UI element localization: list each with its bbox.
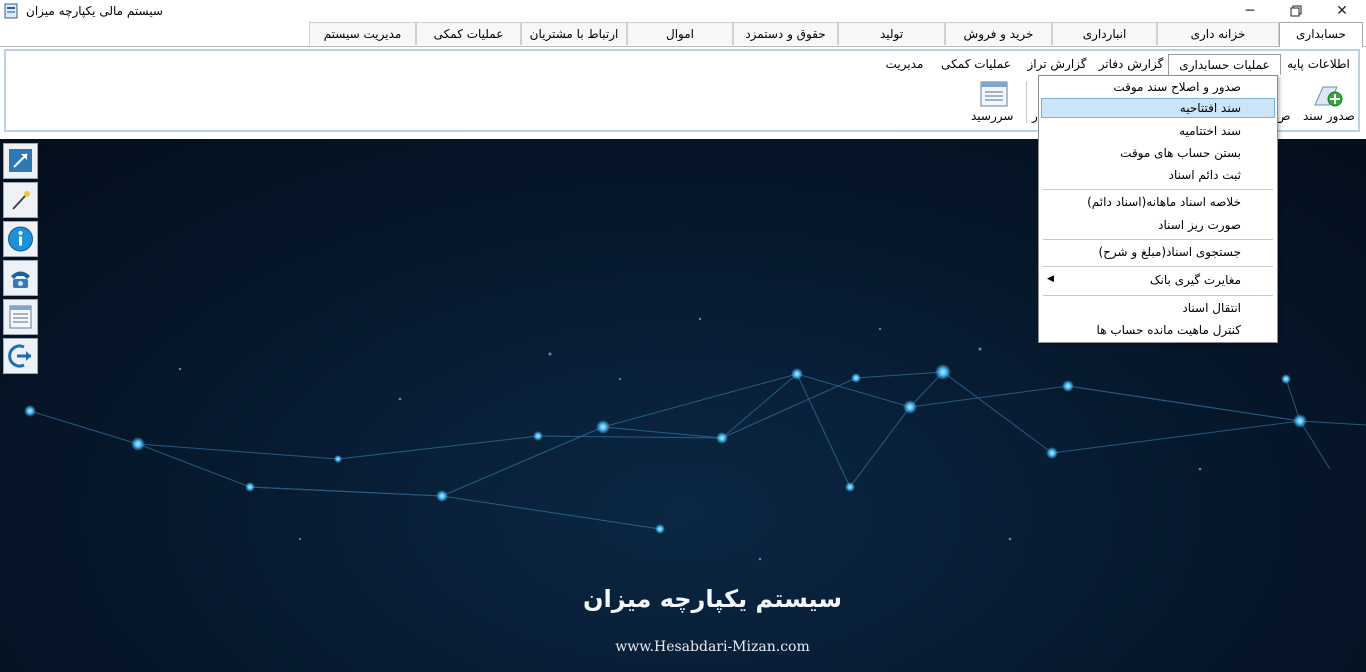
menu-item-search-vouchers[interactable]: جستجوی اسناد(مبلغ و شرح) — [1098, 245, 1241, 259]
phone-icon — [11, 271, 30, 288]
menu-separator — [1043, 239, 1273, 240]
notes-button[interactable] — [3, 299, 38, 335]
accounting-operations-menu: صدور و اصلاح سند موقت سند افتتاحیه سند ا… — [1038, 75, 1278, 343]
menu-item-voucher-details[interactable]: صورت ریز اسناد — [1158, 218, 1241, 232]
tab-crm[interactable]: ارتباط با مشتریان — [521, 22, 627, 45]
due-date-label: سررسید — [971, 109, 1014, 123]
due-date-button[interactable]: سررسید — [968, 75, 1020, 130]
menu-item-closing-voucher[interactable]: سند اختتامیه — [1179, 124, 1241, 138]
menu-item-opening-voucher[interactable]: سند افتتاحیه — [1180, 101, 1241, 115]
resize-arrow-icon — [9, 149, 32, 172]
issue-voucher-button[interactable]: صدور سند — [1301, 75, 1359, 130]
tab-payroll[interactable]: حقوق و دستمزد — [733, 22, 838, 45]
minimize-icon: ─ — [1245, 3, 1255, 19]
tab-assets[interactable]: اموال — [627, 22, 733, 45]
subtab-base-info[interactable]: اطلاعات پایه — [1281, 54, 1356, 75]
tab-production[interactable]: تولید — [838, 22, 945, 45]
menu-item-monthly-summary[interactable]: خلاصه اسناد ماهانه(اسناد دائم) — [1087, 195, 1241, 209]
tab-warehouse[interactable]: انبارداری — [1052, 22, 1157, 45]
magic-wand-icon — [12, 191, 30, 210]
subtab-trial-balance[interactable]: گزارش تراز — [1020, 54, 1094, 75]
menu-item-balance-nature-control[interactable]: کنترل ماهیت مانده حساب ها — [1097, 323, 1241, 337]
issue-voucher-label: صدور سند — [1303, 109, 1355, 123]
ribbon-divider — [1026, 81, 1027, 123]
menu-separator — [1043, 295, 1273, 296]
restore-button[interactable] — [1273, 0, 1319, 22]
title-bar: سیستم مالی یکپارچه میزان ─ ✕ — [0, 0, 1366, 24]
menu-item-close-temp-accounts[interactable]: بستن حساب های موقت — [1120, 146, 1241, 160]
tab-treasury[interactable]: خزانه داری — [1157, 22, 1279, 45]
exit-arrow-icon — [8, 344, 31, 368]
subtab-ledger-reports[interactable]: گزارش دفاتر — [1094, 54, 1168, 75]
app-icon — [4, 3, 18, 19]
calendar-notes-icon — [980, 81, 1008, 107]
info-icon — [8, 226, 33, 252]
brand-title: سیستم یکپارچه میزان — [583, 585, 842, 613]
tab-auxiliary[interactable]: عملیات کمکی — [416, 22, 521, 45]
main-menu-tabs: حسابداری خزانه داری انبارداری خرید و فرو… — [0, 22, 1366, 47]
info-button[interactable] — [3, 221, 38, 257]
menu-item-bank-reconciliation[interactable]: مغایرت گیری بانک — [1150, 273, 1241, 287]
tab-accounting[interactable]: حسابداری — [1279, 22, 1363, 47]
wizard-button[interactable] — [3, 182, 38, 218]
subtab-auxiliary[interactable]: عملیات کمکی — [932, 54, 1020, 75]
subtab-accounting-operations[interactable]: عملیات حسابداری — [1168, 54, 1281, 75]
submenu-arrow-icon: ◀ — [1047, 274, 1054, 284]
resize-button[interactable] — [3, 143, 38, 179]
issue-voucher-partial-label: ص — [1276, 109, 1291, 123]
menu-separator — [1043, 266, 1273, 267]
tab-purchase-sales[interactable]: خرید و فروش — [945, 22, 1052, 45]
contact-button[interactable] — [3, 260, 38, 296]
tab-system-admin[interactable]: مدیریت سیستم — [309, 22, 416, 45]
close-icon: ✕ — [1336, 3, 1348, 19]
menu-separator — [1043, 189, 1273, 190]
brand-url: www.Hesabdari-Mizan.com — [615, 639, 810, 655]
menu-item-temp-voucher[interactable]: صدور و اصلاح سند موقت — [1113, 80, 1241, 94]
add-document-icon — [1314, 86, 1343, 107]
menu-item-permanent-register[interactable]: ثبت دائم اسناد — [1169, 168, 1241, 182]
ribbon-tabs: اطلاعات پایه عملیات حسابداری گزارش دفاتر… — [6, 51, 1358, 75]
close-button[interactable]: ✕ — [1319, 0, 1365, 22]
notes-icon — [9, 305, 32, 329]
window-title: سیستم مالی یکپارچه میزان — [26, 4, 163, 18]
menu-item-transfer-vouchers[interactable]: انتقال اسناد — [1182, 301, 1241, 315]
exit-button[interactable] — [3, 338, 38, 374]
subtab-management[interactable]: مدیریت — [877, 54, 932, 75]
minimize-button[interactable]: ─ — [1227, 0, 1273, 22]
restore-icon — [1290, 5, 1302, 17]
